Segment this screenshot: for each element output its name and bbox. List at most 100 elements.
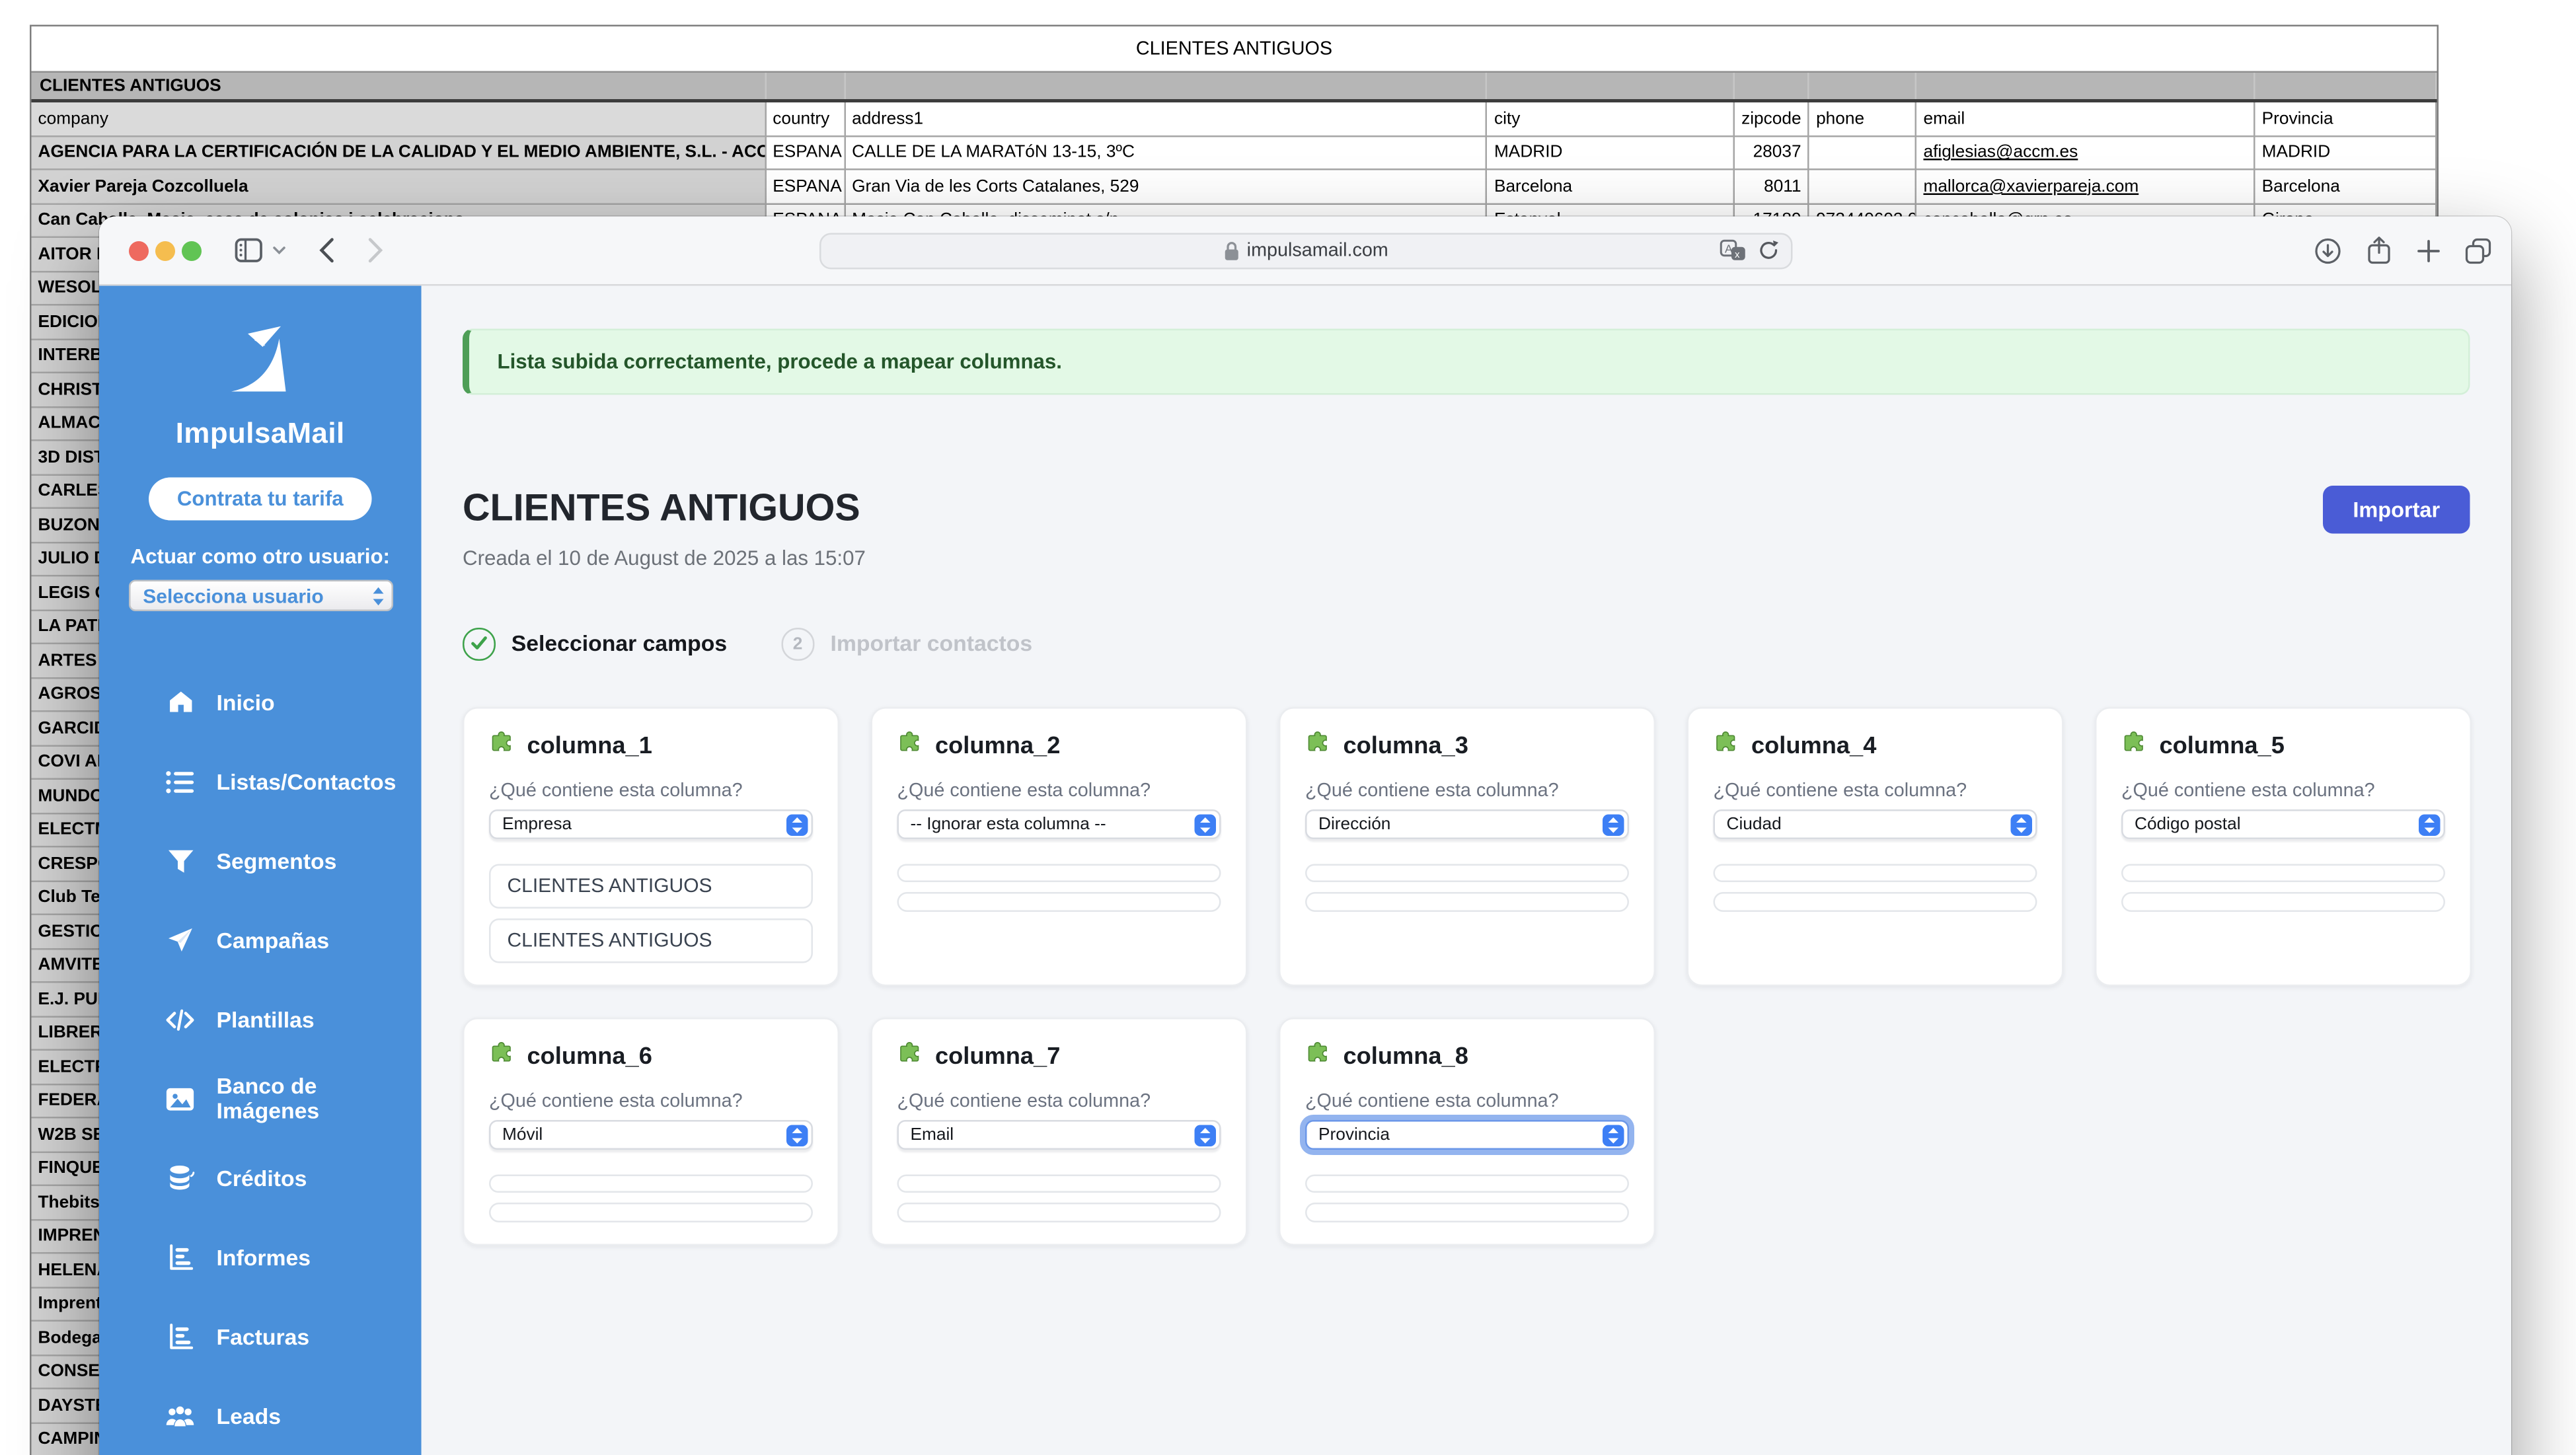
people-icon bbox=[165, 1401, 195, 1431]
sample-value-box bbox=[897, 892, 1221, 911]
close-window-button[interactable] bbox=[128, 241, 149, 261]
column-question: ¿Qué contiene esta columna? bbox=[489, 780, 813, 800]
brand-name: ImpulsaMail bbox=[176, 416, 345, 451]
spreadsheet-data-row: AGENCIA PARA LA CERTIFICACIÓN DE LA CALI… bbox=[32, 136, 2437, 170]
columna_7-field-select[interactable]: Email bbox=[897, 1119, 1221, 1149]
address-bar[interactable]: impulsamail.com Ax bbox=[819, 232, 1793, 268]
sample-value-box bbox=[2121, 892, 2445, 911]
columna_5-field-select[interactable]: Código postal bbox=[2121, 809, 2445, 839]
success-alert: Lista subida correctamente, procede a ma… bbox=[463, 329, 2470, 395]
sample-value-box: CLIENTES ANTIGUOS bbox=[489, 918, 813, 963]
column-card-title: columna_3 bbox=[1344, 733, 1468, 759]
spreadsheet-cell: company bbox=[32, 102, 767, 135]
sample-value-box bbox=[1714, 863, 2037, 882]
column-card-title: columna_2 bbox=[935, 733, 1060, 759]
tab-overview-icon[interactable] bbox=[2462, 217, 2495, 285]
spreadsheet-cell: Barcelona bbox=[2255, 170, 2437, 203]
sidebar-item-label: Plantillas bbox=[217, 1007, 315, 1032]
sample-values bbox=[1714, 863, 2037, 911]
sidebar-item-banco-de-im-genes[interactable]: Banco de Imágenes bbox=[99, 1059, 422, 1138]
email-link[interactable]: mallorca@xavierpareja.com bbox=[1923, 176, 2139, 196]
band-cell bbox=[1809, 73, 1916, 99]
sidebar-item-label: Banco de Imágenes bbox=[217, 1074, 398, 1123]
chevron-down-icon[interactable] bbox=[271, 217, 287, 285]
translate-icon[interactable]: Ax bbox=[1720, 240, 1747, 262]
column-question: ¿Qué contiene esta columna? bbox=[897, 780, 1221, 800]
zoom-window-button[interactable] bbox=[181, 241, 202, 261]
spreadsheet-cell: afiglesias@accm.es bbox=[1916, 136, 2255, 168]
columna_3-field-select[interactable]: Dirección bbox=[1305, 809, 1629, 839]
email-link[interactable]: afiglesias@accm.es bbox=[1923, 143, 2078, 163]
column-card-title: columna_1 bbox=[527, 733, 652, 759]
reload-icon[interactable] bbox=[1758, 240, 1780, 262]
sidebar-item-cr-ditos[interactable]: Créditos bbox=[99, 1138, 422, 1218]
sidebar-item-leads[interactable]: Leads bbox=[99, 1376, 422, 1455]
columna_2-field-select[interactable]: -- Ignorar esta columna -- bbox=[897, 809, 1221, 839]
spreadsheet-cell bbox=[1809, 136, 1916, 168]
columna_6-field-select[interactable]: Móvil bbox=[489, 1119, 813, 1149]
column-card-title: columna_8 bbox=[1344, 1043, 1468, 1070]
wizard-steps: Seleccionar campos 2 Importar contactos bbox=[463, 628, 2470, 660]
step-import-contacts[interactable]: 2 Importar contactos bbox=[782, 628, 1032, 660]
download-icon[interactable] bbox=[2313, 217, 2343, 285]
sample-values bbox=[489, 1174, 813, 1222]
sidebar-item-segmentos[interactable]: Segmentos bbox=[99, 821, 422, 901]
sidebar-item-campa-as[interactable]: Campañas bbox=[99, 901, 422, 980]
sidebar-item-facturas[interactable]: Facturas bbox=[99, 1297, 422, 1376]
step-select-fields[interactable]: Seleccionar campos bbox=[463, 628, 727, 660]
sidebar-item-informes[interactable]: Informes bbox=[99, 1218, 422, 1297]
column-question: ¿Qué contiene esta columna? bbox=[1714, 780, 2037, 800]
puzzle-icon bbox=[489, 1040, 515, 1073]
sample-value-box bbox=[1305, 892, 1629, 911]
sidebar-item-label: Inicio bbox=[217, 690, 275, 715]
spreadsheet-data-row: Xavier Pareja CozcolluelaESPANAGran Via … bbox=[32, 170, 2437, 204]
select-value: Email bbox=[911, 1124, 954, 1144]
spreadsheet-cell bbox=[1809, 170, 1916, 203]
select-value: Ciudad bbox=[1727, 813, 1782, 833]
band-cell bbox=[1917, 73, 2255, 99]
lock-icon bbox=[1224, 241, 1239, 260]
sidebar-item-label: Facturas bbox=[217, 1324, 310, 1349]
column-card-columna_7: columna_7 ¿Qué contiene esta columna? Em… bbox=[871, 1017, 1248, 1245]
sidebar-toggle-icon[interactable] bbox=[231, 217, 264, 285]
puzzle-icon bbox=[1305, 1040, 1332, 1073]
puzzle-icon bbox=[489, 729, 515, 763]
safari-window: impulsamail.com Ax bbox=[99, 217, 2511, 1455]
band-cell bbox=[1735, 73, 1809, 99]
column-card-columna_4: columna_4 ¿Qué contiene esta columna? Ci… bbox=[1687, 706, 2064, 986]
sidebar-item-inicio[interactable]: Inicio bbox=[99, 663, 422, 742]
select-stepper-icon bbox=[786, 1125, 808, 1146]
select-stepper-icon bbox=[786, 814, 808, 836]
sidebar-item-listas-contactos[interactable]: Listas/Contactos bbox=[99, 742, 422, 821]
sidebar-item-label: Informes bbox=[217, 1245, 311, 1270]
spreadsheet-title: CLIENTES ANTIGUOS bbox=[32, 26, 2437, 71]
select-stepper-icon bbox=[1603, 1125, 1624, 1146]
funnel-icon bbox=[165, 846, 195, 876]
select-value: Empresa bbox=[502, 813, 572, 833]
forward-icon[interactable] bbox=[362, 217, 389, 285]
url-text: impulsamail.com bbox=[1247, 241, 1388, 260]
contract-plan-button[interactable]: Contrata tu tarifa bbox=[149, 478, 371, 521]
sidebar-item-plantillas[interactable]: Plantillas bbox=[99, 980, 422, 1059]
sample-values bbox=[2121, 863, 2445, 911]
share-icon[interactable] bbox=[2365, 217, 2394, 285]
column-card-title: columna_6 bbox=[527, 1043, 652, 1070]
column-card-title: columna_5 bbox=[2160, 733, 2285, 759]
spreadsheet-cell: Provincia bbox=[2255, 102, 2437, 135]
columna_1-field-select[interactable]: Empresa bbox=[489, 809, 813, 839]
sidebar-item-label: Leads bbox=[217, 1403, 282, 1429]
import-button[interactable]: Importar bbox=[2323, 486, 2470, 534]
spreadsheet-cell: city bbox=[1488, 102, 1735, 135]
band-cell bbox=[1488, 73, 1735, 99]
puzzle-icon bbox=[897, 1040, 924, 1073]
back-icon[interactable] bbox=[313, 217, 339, 285]
spreadsheet-cell: mallorca@xavierpareja.com bbox=[1916, 170, 2255, 203]
user-select[interactable]: Selecciona usuario bbox=[128, 580, 393, 612]
column-question: ¿Qué contiene esta columna? bbox=[1305, 1091, 1629, 1111]
sample-value-box bbox=[897, 1203, 1221, 1222]
new-tab-icon[interactable] bbox=[2414, 217, 2444, 285]
minimize-window-button[interactable] bbox=[155, 241, 175, 261]
columna_8-field-select[interactable]: Provincia bbox=[1305, 1119, 1629, 1149]
columna_4-field-select[interactable]: Ciudad bbox=[1714, 809, 2037, 839]
step-number: 2 bbox=[782, 628, 814, 660]
